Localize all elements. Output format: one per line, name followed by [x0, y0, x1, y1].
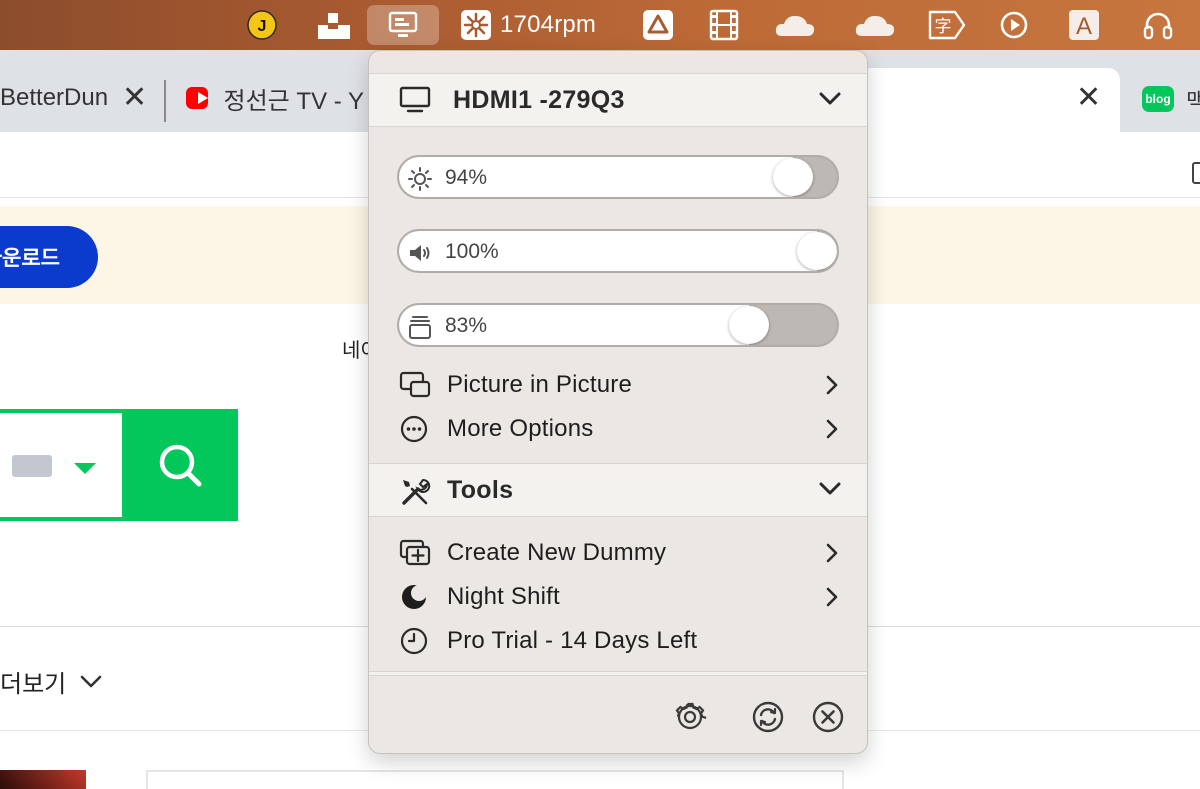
onedrive-menubar-item[interactable]	[772, 5, 818, 45]
speaker-icon	[410, 245, 430, 261]
svg-text:字: 字	[935, 17, 952, 37]
chevron-right-icon	[826, 543, 838, 563]
onedrive-icon	[775, 15, 815, 36]
more-label: 더보기	[0, 671, 67, 698]
dropdown-arrow-icon[interactable]	[74, 463, 96, 474]
tab-betterdummy[interactable]: BetterDun	[0, 64, 110, 132]
chevron-down-icon[interactable]	[819, 481, 841, 497]
brightness-icon	[408, 167, 432, 191]
create-new-dummy-item[interactable]: Create New Dummy	[369, 531, 867, 575]
extension-icon[interactable]	[1192, 162, 1200, 184]
svg-text:A: A	[1076, 13, 1092, 40]
volume-value: 100%	[445, 240, 499, 263]
chevron-right-icon	[826, 587, 838, 607]
play-circle-icon	[1000, 11, 1028, 39]
search-box[interactable]	[0, 409, 238, 521]
input-method-menubar-item[interactable]: 字	[926, 5, 968, 45]
picture-in-picture-icon	[399, 371, 431, 398]
svg-text:J: J	[258, 18, 267, 35]
onedrive-alt-menubar-item[interactable]	[852, 5, 898, 45]
chevron-down-icon	[80, 675, 102, 687]
tab-close-icon[interactable]: ✕	[122, 80, 147, 115]
night-shift-item[interactable]: Night Shift	[369, 575, 867, 619]
footer-divider	[369, 671, 867, 676]
tab-label-fragment[interactable]: 맥	[1186, 84, 1200, 116]
font-menubar-item[interactable]: A	[1066, 5, 1102, 45]
dock-menubar-item[interactable]	[314, 5, 354, 45]
menu-item-label: Picture in Picture	[447, 371, 633, 398]
google-drive-menubar-item[interactable]	[638, 5, 678, 45]
onedrive-alt-icon	[855, 15, 895, 36]
quit-button[interactable]	[810, 699, 846, 735]
chevron-right-icon	[826, 375, 838, 395]
slider-knob[interactable]	[773, 158, 813, 196]
dock-icon	[318, 13, 350, 39]
menubar: J 1704rpm 字 A	[0, 0, 1200, 50]
ellipsis-circle-icon	[400, 415, 428, 443]
play-menubar-item[interactable]	[996, 5, 1032, 45]
refresh-button[interactable]	[750, 699, 786, 735]
volume-slider[interactable]: 100%	[397, 229, 839, 273]
slider-knob[interactable]	[797, 232, 837, 270]
download-button[interactable]: 다운로드	[0, 226, 98, 288]
fan-speed-menubar-item[interactable]: 1704rpm	[460, 5, 610, 45]
refresh-icon	[752, 701, 784, 733]
more-link[interactable]: 더보기	[0, 664, 102, 699]
tab-separator	[164, 80, 166, 122]
menu-item-label: More Options	[447, 415, 594, 442]
tab-youtube[interactable]: 정선근 TV - Y	[186, 64, 364, 132]
brightness-value: 94%	[445, 166, 488, 189]
contrast-layers-icon	[409, 316, 431, 339]
tools-header[interactable]: Tools	[369, 463, 867, 517]
display-name: HDMI1 -279Q3	[453, 85, 625, 114]
contrast-slider[interactable]: 83%	[397, 303, 839, 347]
slider-knob[interactable]	[729, 306, 769, 344]
film-menubar-item[interactable]	[704, 5, 744, 45]
clock-icon	[400, 627, 428, 655]
close-circle-icon	[812, 701, 844, 733]
google-drive-icon	[643, 10, 673, 40]
monitor-icon	[399, 86, 431, 113]
fan-speed-readout: 1704rpm	[500, 11, 597, 38]
youtube-icon	[186, 87, 208, 109]
gear-icon	[675, 702, 707, 730]
pro-trial-item[interactable]: Pro Trial - 14 Days Left	[369, 619, 867, 663]
search-button[interactable]	[122, 409, 238, 521]
menu-item-label: Create New Dummy	[447, 539, 667, 566]
add-display-icon	[399, 539, 431, 566]
more-options-item[interactable]: More Options	[369, 407, 867, 451]
chevron-down-icon[interactable]	[819, 91, 841, 107]
headphones-menubar-item[interactable]	[1138, 5, 1178, 45]
font-icon: A	[1069, 10, 1099, 40]
settings-button[interactable]	[672, 699, 708, 735]
betterdummy-menu: HDMI1 -279Q3 94% 100% 83% Picture in Pic…	[368, 50, 868, 754]
content-card	[146, 770, 844, 789]
input-method-icon: 字	[928, 10, 966, 40]
display-header[interactable]: HDMI1 -279Q3	[369, 73, 867, 127]
tools-icon	[402, 478, 431, 505]
search-icon	[159, 444, 202, 487]
blog-icon: blog	[1142, 86, 1174, 112]
tools-title: Tools	[447, 475, 514, 504]
menu-item-label: Night Shift	[447, 583, 560, 610]
tab-label: 정선근 TV - Y	[223, 87, 364, 115]
jumpcut-menubar-item[interactable]: J	[244, 5, 280, 45]
thumbnail-image[interactable]	[0, 770, 86, 789]
headphones-icon	[1143, 12, 1173, 40]
picture-in-picture-item[interactable]: Picture in Picture	[369, 363, 867, 407]
film-icon	[709, 9, 739, 41]
betterdummy-menubar-item[interactable]	[367, 5, 439, 45]
menu-item-label: Pro Trial - 14 Days Left	[447, 627, 698, 654]
jumpcut-icon: J	[247, 10, 277, 40]
fan-icon	[461, 10, 491, 40]
brightness-slider[interactable]: 94%	[397, 155, 839, 199]
betterdummy-display-icon	[388, 11, 418, 37]
tab-close-icon[interactable]: ✕	[1076, 80, 1101, 115]
tab-label: BetterDun	[0, 84, 109, 111]
keyboard-icon[interactable]	[12, 455, 52, 477]
moon-icon	[402, 585, 427, 609]
chevron-right-icon	[826, 419, 838, 439]
contrast-value: 83%	[445, 314, 488, 337]
